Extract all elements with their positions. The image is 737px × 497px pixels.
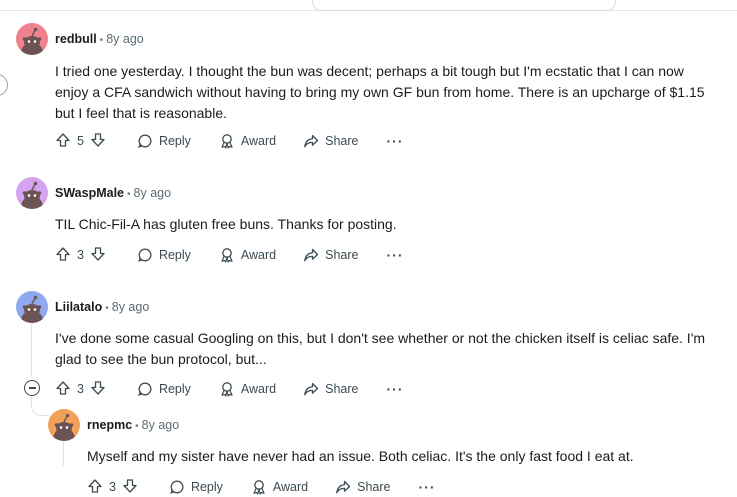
vote-count: 3: [77, 382, 84, 396]
reply-label: Reply: [158, 382, 191, 396]
award-icon: [219, 381, 235, 397]
vote-controls: 3: [87, 478, 138, 497]
share-label: Share: [325, 248, 359, 262]
share-icon: [303, 381, 319, 397]
separator-dot: •: [105, 303, 109, 314]
comment-meta: rnepmc • 8y ago: [87, 418, 179, 432]
vote-controls: 3: [55, 380, 106, 399]
username[interactable]: redbull: [55, 32, 97, 46]
upvote-icon[interactable]: [55, 246, 71, 265]
reply-icon: [137, 247, 153, 263]
avatar[interactable]: [16, 291, 48, 323]
vote-count: 5: [77, 134, 84, 148]
comment-actions: 3 Reply Award Share ···: [55, 379, 404, 399]
avatar[interactable]: [16, 177, 48, 209]
top-panel-edge: [312, 0, 616, 11]
downvote-icon[interactable]: [122, 478, 138, 497]
comment-body: TIL Chic-Fil-A has gluten free buns. Tha…: [55, 214, 397, 235]
collapse-thread-button[interactable]: [24, 380, 40, 396]
comment-meta: Liilatalo • 8y ago: [55, 300, 149, 314]
share-button[interactable]: Share: [303, 133, 359, 149]
reply-label: Reply: [158, 248, 191, 262]
vote-controls: 3: [55, 246, 106, 265]
downvote-icon[interactable]: [90, 246, 106, 265]
timestamp[interactable]: 8y ago: [134, 186, 172, 200]
share-button[interactable]: Share: [303, 381, 359, 397]
comment-actions: 3 Reply Award Share ···: [55, 245, 404, 265]
reply-icon: [137, 381, 153, 397]
upvote-icon[interactable]: [55, 380, 71, 399]
comment-text-line: Myself and my sister have never had an i…: [87, 448, 634, 464]
award-icon: [219, 133, 235, 149]
comment-text-line: glad to see the bun protocol, but...: [55, 351, 267, 367]
comment-body: Myself and my sister have never had an i…: [87, 446, 634, 467]
comment-text-line: enjoy a CFA sandwich without having to b…: [55, 84, 705, 100]
share-label: Share: [325, 382, 359, 396]
comment-text-line: TIL Chic-Fil-A has gluten free buns. Tha…: [55, 216, 397, 232]
timestamp[interactable]: 8y ago: [142, 418, 180, 432]
more-options-button[interactable]: ···: [387, 247, 404, 263]
award-button[interactable]: Award: [219, 133, 276, 149]
share-label: Share: [325, 134, 359, 148]
comment-text-line: I've done some casual Googling on this, …: [55, 330, 706, 346]
separator-dot: •: [99, 35, 104, 46]
comment-text-line: I tried one yesterday. I thought the bun…: [55, 63, 684, 79]
comment-body: I tried one yesterday. I thought the bun…: [55, 61, 705, 124]
award-label: Award: [240, 134, 277, 148]
comment-meta: redbull • 8y ago: [55, 32, 144, 46]
award-button[interactable]: Award: [219, 381, 276, 397]
thread-line: [31, 324, 32, 377]
share-icon: [303, 247, 319, 263]
collapse-toggle-edge[interactable]: [0, 74, 8, 96]
more-options-button[interactable]: ···: [387, 381, 404, 397]
thread-line: [63, 442, 64, 466]
username[interactable]: Liilatalo: [55, 300, 102, 314]
award-button[interactable]: Award: [219, 247, 276, 263]
username[interactable]: SWaspMale: [55, 186, 124, 200]
reply-button[interactable]: Reply: [137, 247, 191, 263]
separator-dot: •: [135, 421, 139, 432]
avatar[interactable]: [48, 409, 80, 441]
reply-icon: [137, 133, 153, 149]
username[interactable]: rnepmc: [87, 418, 132, 432]
share-button[interactable]: Share: [303, 247, 359, 263]
timestamp[interactable]: 8y ago: [106, 32, 144, 46]
upvote-icon[interactable]: [87, 478, 103, 497]
downvote-icon[interactable]: [90, 380, 106, 399]
more-options-button[interactable]: ···: [387, 133, 404, 149]
award-label: Award: [240, 382, 277, 396]
top-border: [0, 0, 737, 12]
award-label: Award: [240, 248, 277, 262]
avatar[interactable]: [16, 23, 48, 55]
comment-meta: SWaspMale • 8y ago: [55, 186, 171, 200]
reply-label: Reply: [190, 480, 223, 494]
downvote-icon[interactable]: [90, 132, 106, 151]
thread-elbow: [31, 397, 49, 416]
reply-button[interactable]: Reply: [137, 133, 191, 149]
vote-count: 3: [109, 480, 116, 494]
separator-dot: •: [127, 189, 131, 200]
vote-count: 3: [77, 248, 84, 262]
timestamp[interactable]: 8y ago: [112, 300, 150, 314]
vote-controls: 5: [55, 132, 106, 151]
reply-label: Reply: [158, 134, 191, 148]
comment-text-line: but I feel that is reasonable.: [55, 105, 227, 121]
comment-body: I've done some casual Googling on this, …: [55, 328, 705, 370]
reply-button[interactable]: Reply: [137, 381, 191, 397]
share-label: Share: [357, 480, 391, 494]
comment-actions: 3 Reply Award Share ···: [87, 477, 436, 497]
award-label: Award: [272, 480, 309, 494]
upvote-icon[interactable]: [55, 132, 71, 151]
share-icon: [303, 133, 319, 149]
award-icon: [219, 247, 235, 263]
comment-actions: 5 Reply Award Share ···: [55, 131, 404, 151]
